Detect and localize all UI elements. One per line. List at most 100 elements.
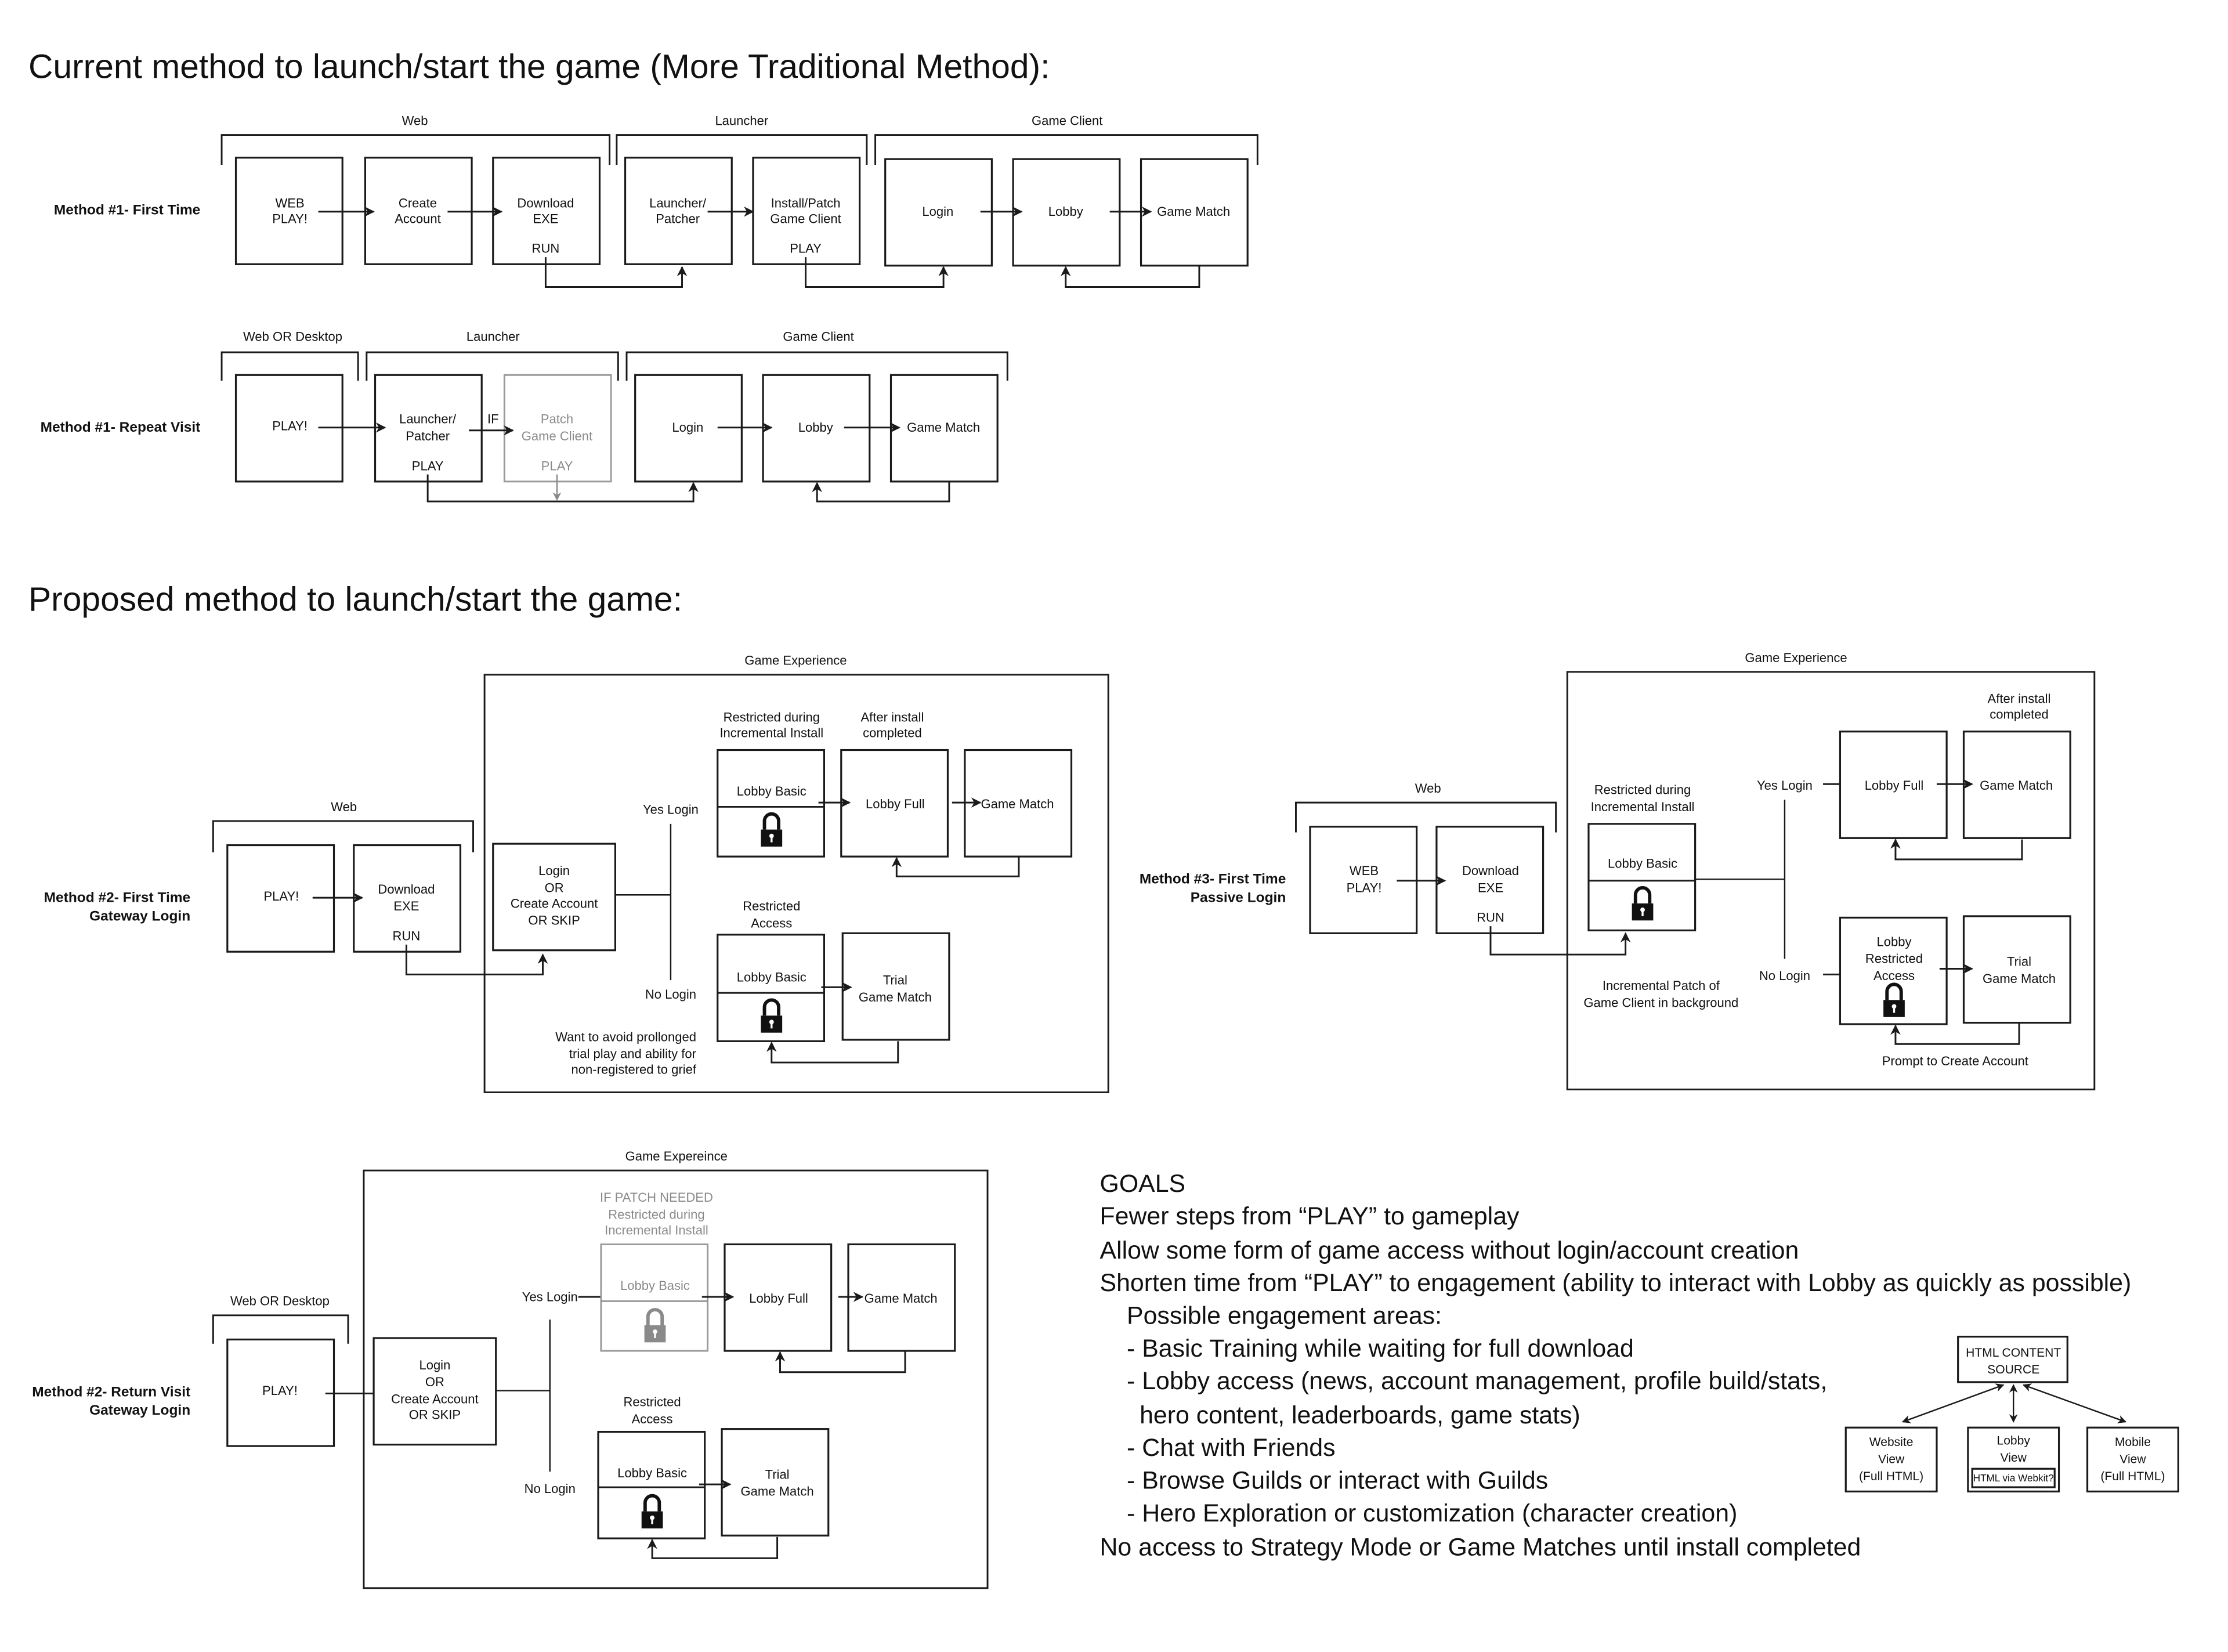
group-label: Web OR Desktop [230, 1294, 330, 1308]
box-text: SOURCE [1987, 1363, 2039, 1376]
method2-first-time: Method #2- First Time Gateway Login Web … [44, 653, 1109, 1093]
method-label: Method #2- Return Visit [32, 1384, 190, 1400]
goal-item: - Chat with Friends [1127, 1434, 1335, 1462]
group-label: Web OR Desktop [243, 330, 342, 344]
goals-title: GOALS [1100, 1170, 1186, 1198]
no-login-label: No Login [1759, 968, 1810, 983]
box-text: Patch [541, 412, 573, 426]
box-text: PLAY! [1347, 880, 1382, 895]
box-text: (Full HTML) [1859, 1470, 1923, 1483]
connector-match-to-lobby [1890, 838, 2023, 861]
box-text: Game Match [1980, 778, 2053, 793]
box-footer: PLAY [790, 241, 822, 256]
connector-trial-to-lobby [766, 1041, 899, 1064]
current-method-title: Current method to launch/start the game … [28, 48, 1050, 86]
goal-item: - Browse Guilds or interact with Guilds [1127, 1466, 1548, 1494]
caption: Restricted during [724, 710, 820, 725]
group-label-launcher: Launcher [715, 113, 768, 128]
box-text: PLAY! [272, 419, 308, 433]
box-text: Game Match [1983, 971, 2056, 986]
box-text: Lobby Full [1865, 778, 1924, 793]
goal-item: Possible engagement areas: [1127, 1302, 1442, 1330]
box-text: Lobby [1048, 204, 1083, 219]
box-text: OR [425, 1375, 444, 1389]
branch-connector [1695, 800, 1786, 959]
caption: Restricted during [1594, 782, 1691, 797]
box-text: Game Match [741, 1484, 814, 1499]
box-text: Game Match [907, 420, 980, 435]
frame-label: Game Expereince [625, 1149, 728, 1163]
caption: After install [860, 710, 924, 725]
box-text: EXE [393, 899, 419, 913]
method-label: Passive Login [1191, 890, 1286, 905]
no-login-label: No Login [525, 1481, 576, 1496]
box-text: Login [922, 204, 953, 219]
box-text: Download [1462, 863, 1519, 878]
box-text: Lobby [798, 420, 833, 435]
method-label: Gateway Login [89, 1402, 190, 1418]
caption: Restricted during [608, 1207, 704, 1221]
method1-first-time: Method #1- First Time Web Launcher Game … [54, 113, 1258, 288]
yes-login-label: Yes Login [1757, 778, 1813, 793]
note-text: Incremental Patch of [1603, 978, 1720, 993]
yes-login-label: Yes Login [522, 1289, 578, 1304]
box-text: Login [672, 420, 703, 435]
note-text: non-registered to grief [572, 1062, 697, 1077]
box-text: OR [545, 880, 564, 895]
box-text: Patcher [656, 211, 700, 226]
box-text: Mobile [2115, 1436, 2151, 1449]
box-text: Install/Patch [771, 196, 841, 210]
box-text: Trial [2007, 955, 2031, 969]
box-text: View [1878, 1452, 1905, 1466]
launch-flow-diagram: Current method to launch/start the game … [28, 48, 2179, 1589]
caption: Incremental Install [605, 1223, 708, 1237]
arrow-bidirectional-icon [1901, 1383, 2005, 1423]
no-login-label: No Login [645, 987, 696, 1002]
box-text: View [2120, 1452, 2146, 1466]
box-footer: RUN [532, 241, 560, 256]
method-label: Gateway Login [89, 908, 190, 924]
prompt-create-account: Prompt to Create Account [1882, 1054, 2028, 1068]
box-text: WEB [1350, 863, 1379, 878]
box-text: Login [419, 1358, 450, 1372]
box-text: Login [538, 863, 570, 878]
box-trial-game-match [721, 1428, 830, 1537]
box-text: Lobby [1876, 934, 1911, 949]
group-label: Web [1415, 781, 1441, 796]
box-text: HTML via Webkit? [1973, 1472, 2054, 1484]
frame-label: Game Experience [1745, 650, 1847, 665]
box-footer: RUN [1477, 910, 1504, 925]
box-text: Launcher/ [399, 412, 457, 426]
box-text: Create Account [391, 1392, 479, 1407]
caption: completed [1990, 707, 2049, 722]
group-label-game-client: Game Client [1032, 113, 1102, 128]
goal-item: Shorten time from “PLAY” to engagement (… [1100, 1269, 2132, 1297]
caption: Access [751, 916, 792, 931]
method-label: Method #1- Repeat Visit [41, 420, 201, 435]
connector-match-to-lobby [775, 1351, 906, 1373]
box-text: Create [399, 196, 437, 210]
goal-item: Fewer steps from “PLAY” to gameplay [1100, 1202, 1520, 1230]
connector-trial-to-lobby [647, 1537, 779, 1559]
box-text: Lobby Basic [1608, 856, 1677, 871]
group-label: Game Client [783, 330, 853, 344]
box-text: Website [1869, 1436, 1914, 1449]
note-text: trial play and ability for [569, 1047, 696, 1061]
caption: Incremental Install [719, 726, 823, 740]
connector-match-to-lobby [1060, 265, 1200, 288]
box-text: EXE [533, 211, 558, 226]
caption: IF PATCH NEEDED [600, 1190, 713, 1205]
box-text: Trial [765, 1467, 790, 1481]
goal-item: No access to Strategy Mode or Game Match… [1100, 1534, 1861, 1561]
box-text: PLAY! [272, 211, 308, 226]
box-text: Trial [883, 973, 907, 987]
box-text: Download [378, 882, 435, 897]
box-text: Patcher [406, 429, 450, 443]
box-footer: PLAY [541, 458, 573, 473]
method1-repeat-visit: Method #1- Repeat Visit Web OR Desktop L… [41, 330, 1008, 503]
method3-first-time: Method #3- First Time Passive Login Web … [1140, 650, 2096, 1091]
frame-label: Game Experience [744, 653, 847, 668]
box-text: HTML CONTENT [1966, 1346, 2061, 1360]
arrow-bidirectional-icon [2022, 1383, 2127, 1423]
box-text: Game Match [981, 797, 1054, 811]
